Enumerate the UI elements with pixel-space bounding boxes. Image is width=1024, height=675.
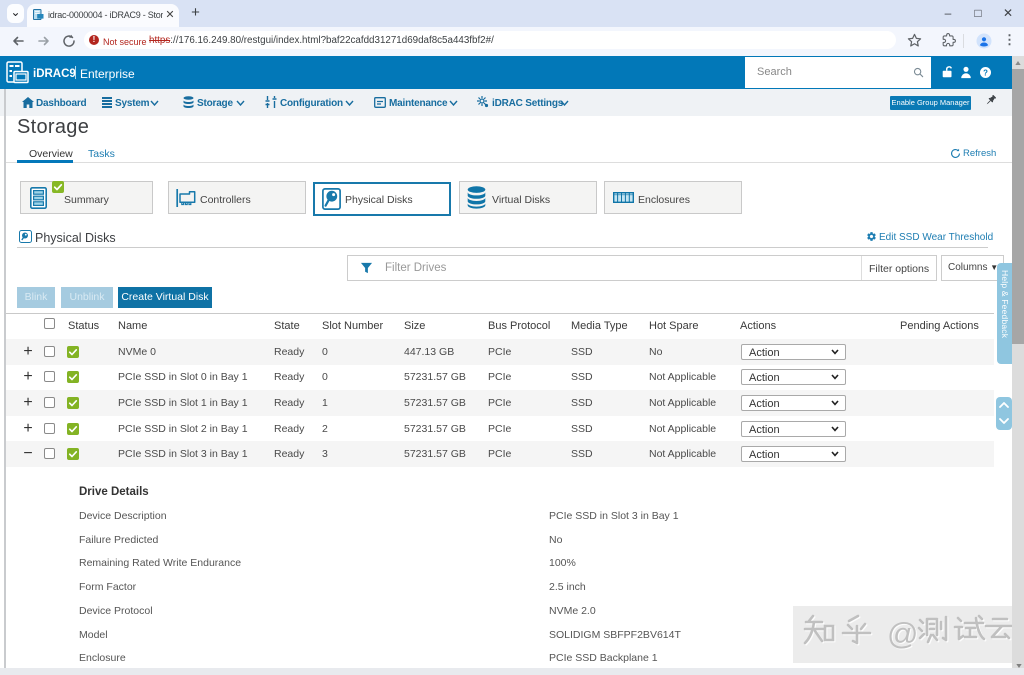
svg-text:@: @ — [887, 616, 918, 651]
svg-text:?: ? — [983, 68, 988, 77]
